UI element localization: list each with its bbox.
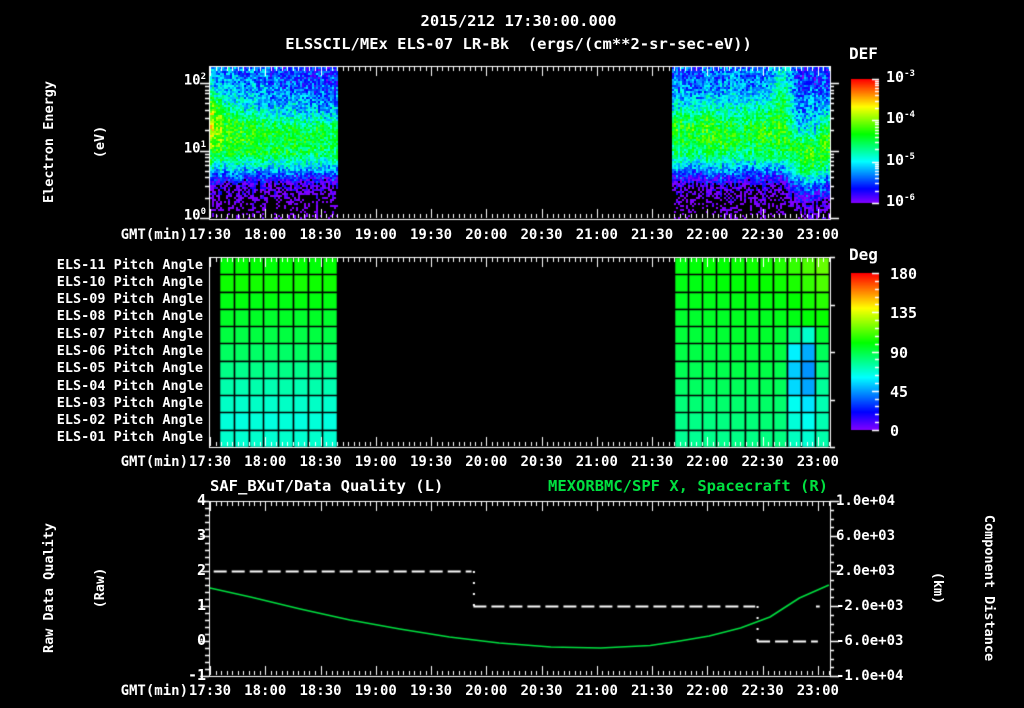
quality-tick-label: 0 — [196, 631, 206, 649]
time-tick-label: 18:30 — [299, 454, 342, 470]
pitch-row-label: ELS-10 Pitch Angle — [56, 273, 203, 290]
time-tick-label: 21:00 — [575, 683, 618, 699]
pitch-row-label: ELS-01 Pitch Angle — [56, 429, 203, 446]
def-colorbar-tick-label: 10-6 — [886, 192, 915, 210]
deg-colorbar-tick-label: 90 — [890, 343, 909, 362]
time-tick-label: 18:30 — [299, 227, 342, 243]
gmt-label-panel3: GMT(min) — [120, 683, 188, 699]
time-tick-label: 18:00 — [244, 454, 287, 470]
time-tick-label: 23:00 — [796, 683, 839, 699]
pitch-row-label: ELS-07 Pitch Angle — [56, 325, 203, 342]
deg-colorbar-tick-label: 0 — [890, 422, 900, 440]
energy-tick-label: 100 — [183, 207, 206, 224]
distance-tick-label: -1.0e+04 — [836, 668, 904, 684]
time-tick-label: 22:00 — [686, 454, 729, 470]
time-tick-label: 21:00 — [575, 227, 618, 243]
def-colorbar-tick-label: 10-3 — [886, 68, 915, 86]
colorbar-def-title: DEF — [849, 44, 878, 63]
electron-energy-axis-title: Electron Energy (eV) — [7, 81, 143, 203]
pitch-row-label: ELS-03 Pitch Angle — [56, 394, 203, 411]
time-tick-label: 17:30 — [188, 454, 232, 470]
raw-data-quality-axis-line1: Raw Data Quality — [41, 522, 57, 654]
time-tick-label: 23:00 — [796, 454, 839, 470]
pitch-row-label: ELS-09 Pitch Angle — [56, 291, 203, 308]
time-tick-label: 20:30 — [520, 683, 563, 699]
plot-screen: 2015/212 17:30:00.000 ELSSCIL/MEx ELS-07… — [0, 0, 1024, 708]
gmt-label-panel1: GMT(min) — [120, 227, 188, 243]
page-title: 2015/212 17:30:00.000 — [420, 12, 617, 30]
electron-energy-axis-line2: (eV) — [92, 125, 108, 159]
pitch-row-label: ELS-05 Pitch Angle — [56, 360, 203, 377]
time-tick-label: 18:00 — [244, 227, 287, 243]
component-distance-axis-line1: Component Distance — [981, 514, 997, 662]
time-tick-label: 19:30 — [409, 454, 453, 470]
energy-tick-label: 101 — [183, 139, 206, 157]
time-tick-label: 18:30 — [299, 683, 342, 699]
quality-tick-label: 2 — [196, 561, 206, 579]
distance-tick-label: -6.0e+03 — [836, 633, 904, 649]
time-tick-label: 21:30 — [631, 454, 674, 470]
pitch-row-label: ELS-02 Pitch Angle — [56, 412, 203, 429]
electron-energy-axis-line1: Electron Energy — [41, 81, 57, 203]
time-tick-label: 18:00 — [244, 683, 287, 699]
quality-tick-label: 1 — [196, 596, 206, 614]
time-tick-label: 23:00 — [796, 227, 839, 243]
time-tick-label: 20:30 — [520, 227, 563, 243]
quality-tick-label: 4 — [196, 491, 206, 509]
distance-tick-label: 2.0e+03 — [836, 563, 896, 579]
time-tick-label: 21:00 — [575, 454, 618, 470]
time-tick-label: 19:30 — [409, 227, 453, 243]
distance-tick-label: -2.0e+03 — [836, 598, 904, 614]
bottom-panel-left-title: SAF_BXuT/Data Quality (L) — [210, 477, 444, 495]
time-tick-label: 20:00 — [465, 683, 508, 699]
time-tick-label: 22:00 — [686, 683, 729, 699]
colorbar-deg-title: Deg — [849, 245, 878, 264]
raw-data-quality-axis-title: Raw Data Quality (Raw) — [7, 523, 143, 653]
time-tick-label: 19:30 — [409, 683, 453, 699]
time-tick-label: 21:30 — [631, 683, 674, 699]
energy-tick-label: 102 — [183, 72, 206, 89]
component-distance-axis-line2: (km) — [930, 571, 946, 605]
time-tick-label: 22:30 — [741, 227, 784, 243]
def-colorbar-tick-label: 10-4 — [886, 109, 915, 128]
time-tick-label: 21:30 — [631, 227, 674, 243]
bottom-panel-right-title: MEXORBMC/SPF X, Spacecraft (R) — [548, 477, 828, 495]
deg-colorbar-tick-label: 135 — [890, 304, 918, 323]
time-tick-label: 19:00 — [354, 454, 397, 470]
time-tick-label: 22:30 — [741, 683, 784, 699]
pitch-row-label: ELS-06 Pitch Angle — [56, 343, 203, 359]
quality-tick-label: 3 — [196, 526, 206, 544]
time-tick-label: 19:00 — [354, 683, 397, 699]
raw-data-quality-axis-line2: (Raw) — [92, 567, 108, 609]
time-tick-label: 17:30 — [188, 227, 232, 243]
time-tick-label: 22:30 — [741, 454, 784, 470]
quality-tick-label: -1 — [187, 666, 206, 684]
time-tick-label: 17:30 — [188, 683, 232, 699]
distance-tick-label: 6.0e+03 — [836, 528, 896, 544]
pitch-row-label: ELS-04 Pitch Angle — [56, 377, 203, 394]
time-tick-label: 20:30 — [520, 454, 563, 470]
component-distance-axis-title: Component Distance (km) — [895, 515, 1024, 661]
deg-colorbar-tick-label: 45 — [890, 382, 909, 401]
distance-tick-label: 1.0e+04 — [836, 493, 896, 509]
gmt-label-panel2: GMT(min) — [120, 454, 188, 470]
page-subtitle: ELSSCIL/MEx ELS-07 LR-Bk (ergs/(cm**2-sr… — [285, 35, 752, 53]
def-colorbar-tick-label: 10-5 — [886, 150, 915, 169]
pitch-row-label: ELS-08 Pitch Angle — [56, 308, 203, 325]
pitch-row-label: ELS-11 Pitch Angle — [56, 256, 203, 273]
time-tick-label: 22:00 — [686, 227, 729, 243]
time-tick-label: 19:00 — [354, 227, 397, 243]
time-tick-label: 20:00 — [465, 227, 508, 243]
deg-colorbar-tick-label: 180 — [890, 265, 918, 283]
time-tick-label: 20:00 — [465, 454, 508, 470]
